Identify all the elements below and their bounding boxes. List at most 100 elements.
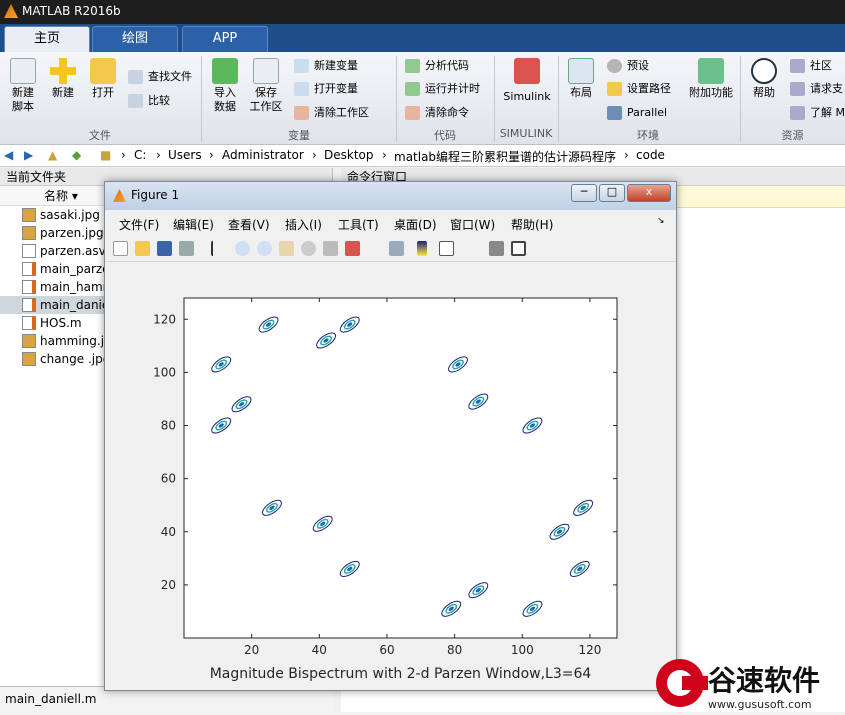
matlab-logo-icon — [113, 189, 126, 202]
menu-file[interactable]: 文件(F) — [119, 216, 159, 233]
tab-apps[interactable]: APP — [182, 26, 268, 52]
plus-icon — [50, 58, 76, 84]
help-button[interactable]: 帮助 — [748, 58, 780, 100]
colorbar-icon[interactable] — [417, 241, 427, 256]
menu-tools[interactable]: 工具(T) — [338, 216, 379, 233]
simulink-icon — [514, 58, 540, 84]
plot-area — [183, 297, 618, 639]
addons-button[interactable]: 附加功能 — [688, 58, 734, 100]
breadcrumb-users[interactable]: Users — [168, 148, 202, 162]
address-bar[interactable]: ◀ ▶ ▲ ◆ ■ › C: › Users › Administrator ›… — [0, 145, 845, 167]
file-name: parzen.jpg — [40, 226, 104, 240]
m-file-icon — [22, 262, 36, 276]
analyze-code-button[interactable]: 分析代码 — [405, 57, 469, 75]
save-icon[interactable] — [157, 241, 172, 256]
y-tick-label: 120 — [153, 312, 176, 326]
figure-titlebar[interactable]: Figure 1 ─ □ x — [105, 182, 676, 210]
simulink-button[interactable]: Simulink — [502, 58, 552, 104]
group-code-label: 代码 — [434, 129, 456, 142]
bispectrum-contour-plot: 20 40 60 80 100 120 20 40 60 80 100 120 Magnitude Bi… — [153, 297, 618, 682]
close-button[interactable]: x — [627, 184, 671, 202]
menu-edit[interactable]: 编辑(E) — [173, 216, 214, 233]
new-button[interactable]: 新建 — [46, 58, 80, 100]
open-variable-button[interactable]: 打开变量 — [294, 80, 358, 98]
new-variable-button[interactable]: 新建变量 — [294, 57, 358, 75]
image-file-icon — [22, 208, 36, 222]
breadcrumb-desktop[interactable]: Desktop — [324, 148, 374, 162]
y-tick-label: 60 — [161, 472, 176, 486]
x-tick-label: 120 — [578, 643, 601, 657]
hide-plot-tools-icon[interactable] — [489, 241, 504, 256]
breadcrumb-administrator[interactable]: Administrator — [222, 148, 304, 162]
data-cursor-icon[interactable] — [323, 241, 338, 256]
legend-icon[interactable] — [439, 241, 454, 256]
import-data-button[interactable]: 导入 数据 — [208, 58, 242, 114]
clear-workspace-button[interactable]: 清除工作区 — [294, 104, 369, 122]
menu-view[interactable]: 查看(V) — [228, 216, 270, 233]
brush-icon[interactable] — [345, 241, 360, 256]
file-name: change .jpg — [40, 352, 111, 366]
tab-plots[interactable]: 绘图 — [92, 26, 178, 52]
pan-icon[interactable] — [279, 241, 294, 256]
import-icon — [212, 58, 238, 84]
zoom-out-icon[interactable] — [257, 241, 272, 256]
breadcrumb-project[interactable]: matlab编程三阶累积量谱的估计源码程序 — [394, 148, 616, 165]
file-name: hamming.jp — [40, 334, 112, 348]
analyze-code-icon — [405, 59, 420, 73]
maximize-button[interactable]: □ — [599, 184, 625, 202]
new-figure-icon[interactable] — [113, 241, 128, 256]
help-icon — [751, 58, 777, 84]
open-file-icon[interactable] — [135, 241, 150, 256]
save-workspace-button[interactable]: 保存 工作区 — [248, 58, 284, 114]
menu-desktop[interactable]: 桌面(D) — [394, 216, 437, 233]
print-icon[interactable] — [179, 241, 194, 256]
zoom-in-icon[interactable] — [235, 241, 250, 256]
browse-icon[interactable]: ◆ — [72, 148, 81, 162]
dock-arrow-icon[interactable]: ↘ — [657, 216, 665, 226]
find-files-button[interactable]: 查找文件 — [128, 68, 192, 86]
breadcrumb-c[interactable]: C: — [134, 148, 146, 162]
save-workspace-icon — [253, 58, 279, 84]
y-tick-label: 100 — [153, 365, 176, 379]
compare-icon — [128, 94, 143, 108]
addons-icon — [698, 58, 724, 84]
figure-toolbar — [105, 234, 676, 262]
open-button[interactable]: 打开 — [86, 58, 120, 100]
breadcrumb-code[interactable]: code — [636, 148, 665, 162]
request-support-button[interactable]: 请求支 — [790, 80, 843, 98]
run-and-time-button[interactable]: 运行并计时 — [405, 80, 480, 98]
group-variable-label: 变量 — [288, 129, 310, 142]
rotate-icon[interactable] — [301, 241, 316, 256]
support-icon — [790, 82, 805, 96]
up-folder-icon[interactable]: ▲ — [48, 148, 57, 162]
layout-icon — [568, 58, 594, 84]
parallel-icon — [607, 106, 622, 120]
menu-insert[interactable]: 插入(I) — [285, 216, 322, 233]
community-button[interactable]: 社区 — [790, 57, 832, 75]
layout-button[interactable]: 布局 — [565, 58, 597, 100]
learn-matlab-button[interactable]: 了解 M — [790, 104, 845, 122]
menu-help[interactable]: 帮助(H) — [511, 216, 553, 233]
new-script-button[interactable]: 新建 脚本 — [6, 58, 40, 114]
set-path-button[interactable]: 设置路径 — [607, 80, 671, 98]
group-environment-label: 环境 — [637, 129, 659, 142]
clear-commands-button[interactable]: 清除命令 — [405, 104, 469, 122]
ribbon-tabbar: 主页 绘图 APP — [0, 24, 845, 52]
tab-home[interactable]: 主页 — [4, 26, 90, 52]
folder-icon — [90, 58, 116, 84]
compare-button[interactable]: 比较 — [128, 92, 170, 110]
link-plot-icon[interactable] — [389, 241, 404, 256]
gususoft-watermark: 谷速软件 www.gususoft.com — [648, 654, 845, 712]
ribbon: 新建 脚本 新建 打开 查找文件 比较 文件 导入 数据 保存 工作区 新建变量… — [0, 52, 845, 145]
clear-workspace-icon — [294, 106, 309, 120]
menu-window[interactable]: 窗口(W) — [450, 216, 495, 233]
back-arrow-icon[interactable]: ◀ — [4, 148, 13, 162]
forward-arrow-icon[interactable]: ▶ — [24, 148, 33, 162]
community-icon — [790, 59, 805, 73]
preferences-button[interactable]: 预设 — [607, 57, 649, 75]
show-plot-tools-icon[interactable] — [511, 241, 526, 256]
pointer-icon[interactable] — [211, 241, 226, 256]
minimize-button[interactable]: ─ — [571, 184, 597, 202]
parallel-button[interactable]: Parallel — [607, 104, 667, 122]
group-simulink-label: SIMULINK — [499, 127, 553, 140]
